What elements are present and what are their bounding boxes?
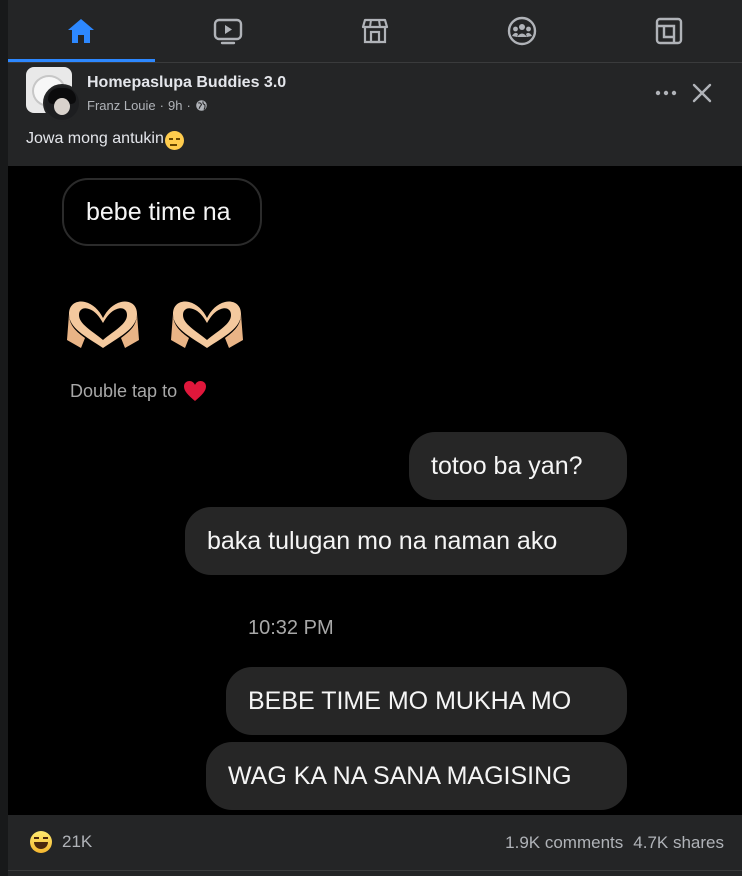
heart-hands-emojis (63, 296, 247, 354)
author-name[interactable]: Franz Louie (87, 98, 156, 113)
message-bubble: baka tulugan mo na naman ako (185, 507, 627, 575)
tab-groups[interactable] (448, 0, 595, 62)
heart-hands-icon (171, 301, 243, 348)
message-text: BEBE TIME MO MUKHA MO (248, 686, 572, 715)
message-bubble: bebe time na (62, 178, 262, 246)
message-text: bebe time na (86, 197, 231, 226)
caption-text: Jowa mong antukin (26, 129, 164, 147)
post-time[interactable]: 9h (168, 98, 182, 113)
post-meta: Franz Louie · 9h · (87, 98, 208, 113)
message-bubble: WAG KA NA SANA MAGISING (206, 742, 627, 810)
double-tap-hint: Double tap to (70, 380, 207, 402)
home-icon (68, 19, 95, 43)
post-header: Homepaslupa Buddies 3.0 Franz Louie · 9h… (26, 67, 742, 122)
haha-reaction-icon (30, 831, 52, 853)
group-name[interactable]: Homepaslupa Buddies 3.0 (87, 74, 286, 92)
message-text: baka tulugan mo na naman ako (207, 526, 558, 555)
post-card: Homepaslupa Buddies 3.0 Franz Louie · 9h… (8, 63, 742, 876)
video-icon (213, 18, 243, 45)
red-heart-icon (184, 381, 207, 401)
tab-gaming[interactable] (595, 0, 742, 62)
meta-separator: · (159, 98, 164, 113)
close-button[interactable] (688, 79, 716, 107)
comments-count[interactable]: 1.9K comments (505, 833, 623, 853)
divider (8, 870, 742, 871)
reaction-summary[interactable]: 21K (30, 831, 92, 853)
tab-marketplace[interactable] (302, 0, 449, 62)
message-bubble: BEBE TIME MO MUKHA MO (226, 667, 627, 735)
shares-count[interactable]: 4.7K shares (633, 833, 724, 853)
engagement-counts: 1.9K comments 4.7K shares (505, 833, 724, 853)
store-icon (361, 18, 389, 44)
tab-watch[interactable] (155, 0, 302, 62)
expressionless-face-icon (164, 131, 184, 150)
double-tap-text: Double tap to (70, 380, 178, 401)
globe-icon (196, 100, 207, 111)
chat-screenshot-image[interactable]: bebe time na Double tap to totoo ba yan? (8, 166, 742, 815)
message-bubble: totoo ba yan? (409, 432, 627, 500)
message-text: totoo ba yan? (431, 451, 583, 480)
message-text: WAG KA NA SANA MAGISING (228, 761, 572, 790)
top-navigation (8, 0, 742, 63)
author-avatar[interactable] (43, 84, 81, 122)
close-icon (692, 83, 712, 103)
post-footer: 21K 1.9K comments 4.7K shares (8, 815, 742, 876)
reaction-count[interactable]: 21K (62, 832, 92, 852)
tab-home[interactable] (8, 0, 155, 62)
more-dots-icon (655, 90, 677, 96)
heart-hands-icon (67, 301, 139, 348)
more-options-button[interactable] (652, 81, 680, 105)
meta-separator-2: · (186, 98, 191, 113)
message-timestamp: 10:32 PM (248, 617, 334, 639)
gaming-icon (655, 17, 682, 45)
groups-icon (507, 16, 536, 46)
post-caption: Jowa mong antukin (26, 129, 184, 150)
